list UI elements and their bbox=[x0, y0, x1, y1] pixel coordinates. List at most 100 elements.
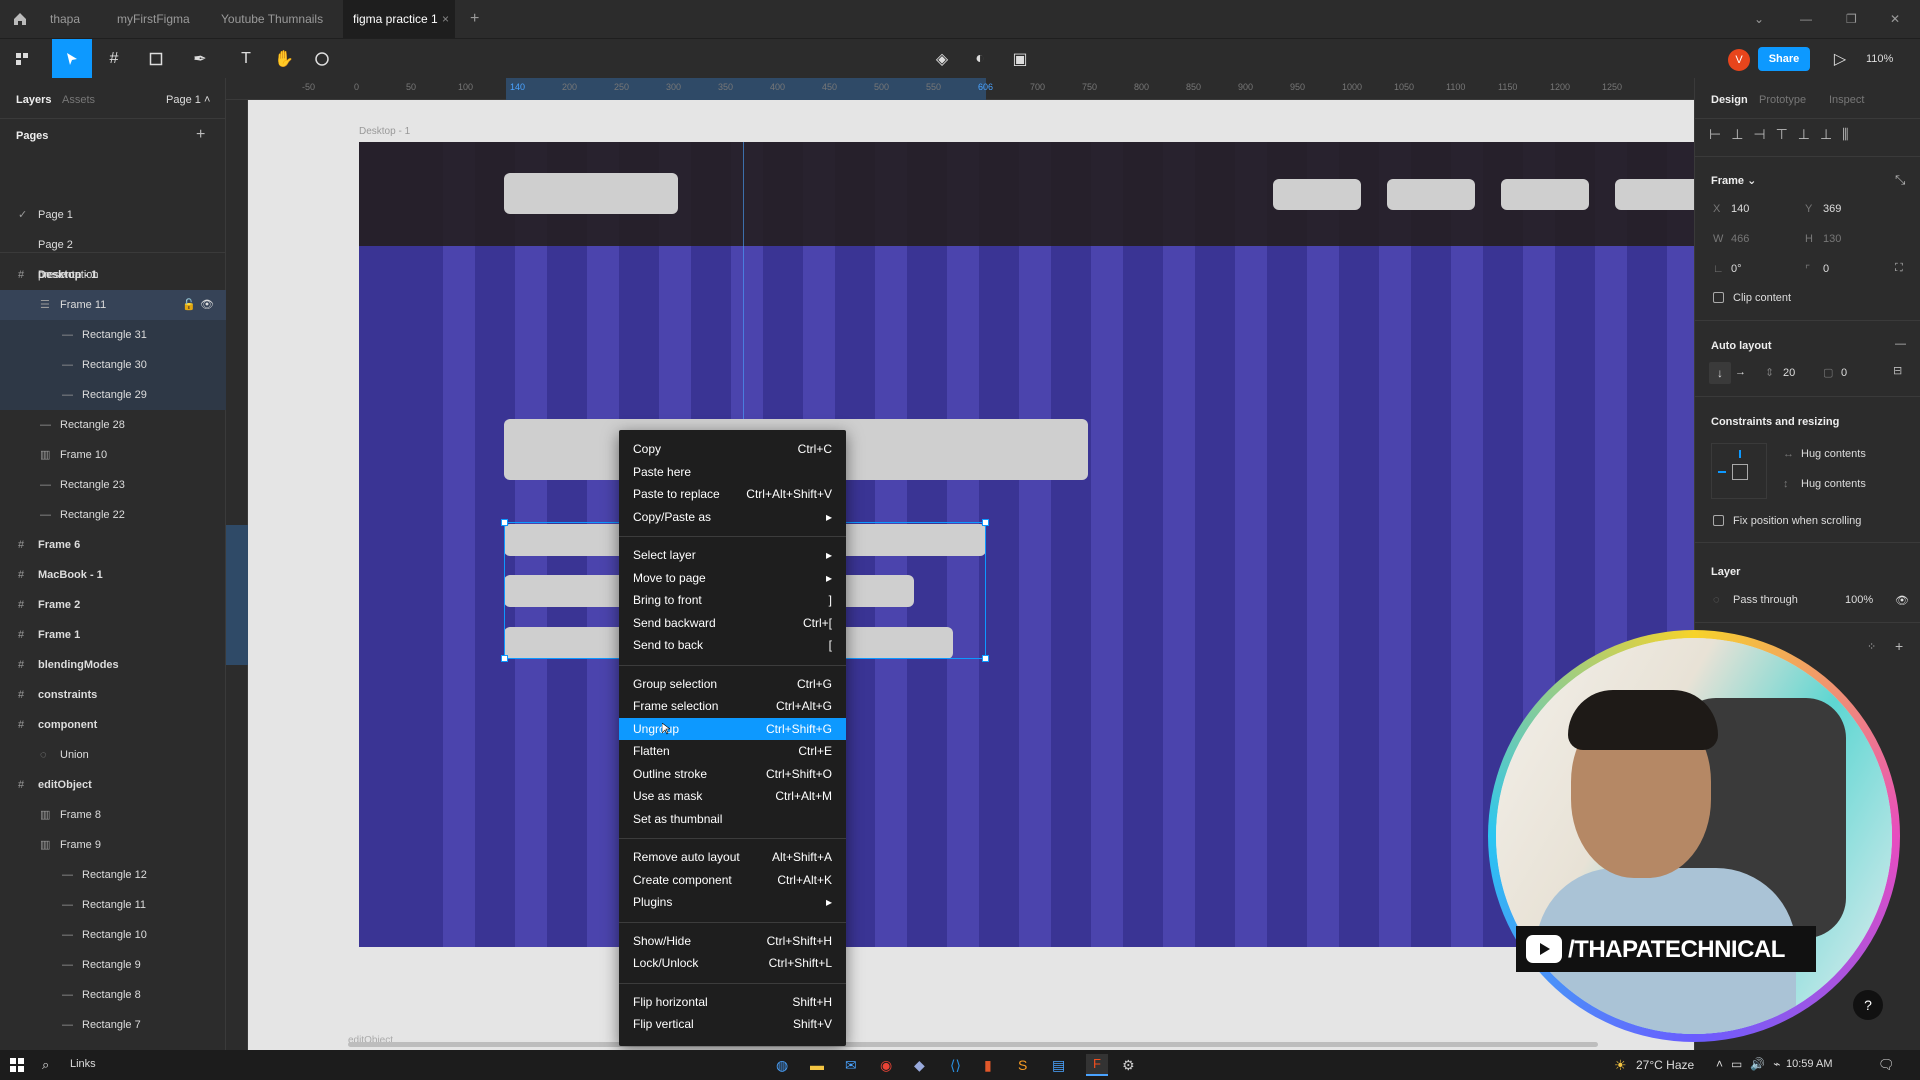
tab-assets[interactable]: Assets bbox=[62, 94, 95, 106]
menu-item-set-as-thumbnail[interactable]: Set as thumbnail bbox=[619, 808, 846, 830]
tab-design[interactable]: Design bbox=[1711, 94, 1748, 106]
minimize-icon[interactable]: — bbox=[1790, 0, 1822, 38]
remove-auto-layout-icon[interactable]: — bbox=[1895, 338, 1906, 350]
settings-icon[interactable]: ⚙ bbox=[1122, 1057, 1135, 1074]
resize-to-fit-icon[interactable]: ⤡ bbox=[1895, 172, 1905, 188]
page-item[interactable]: ✓ Page 1 bbox=[0, 200, 226, 230]
unlock-icon[interactable]: 🔓 bbox=[182, 290, 196, 320]
hug-horizontal-select[interactable]: Hug contents bbox=[1801, 448, 1866, 460]
hand-tool-icon[interactable]: ✋ bbox=[266, 39, 302, 79]
layer-item[interactable]: ◌ Union bbox=[0, 740, 226, 770]
comment-tool-icon[interactable] bbox=[304, 39, 340, 79]
rotation-input[interactable]: 0° bbox=[1731, 263, 1742, 275]
spacing-input[interactable]: 20 bbox=[1783, 367, 1795, 379]
constraint-top[interactable] bbox=[1739, 450, 1741, 458]
fix-position-checkbox[interactable] bbox=[1713, 515, 1724, 526]
frame-label[interactable]: Desktop - 1 bbox=[359, 126, 410, 137]
boolean-icon[interactable]: ▣ bbox=[1002, 39, 1038, 79]
zoom-level[interactable]: 110% bbox=[1866, 39, 1893, 79]
nav-rectangle[interactable] bbox=[1387, 179, 1475, 210]
eye-icon[interactable]: 👁 bbox=[1895, 594, 1909, 607]
notepad-icon[interactable]: ▤ bbox=[1052, 1057, 1065, 1074]
file-explorer-icon[interactable]: ▬ bbox=[810, 1057, 824, 1073]
tab-prototype[interactable]: Prototype bbox=[1759, 94, 1806, 106]
layer-item[interactable]: — Rectangle 28 bbox=[0, 410, 226, 440]
notifications-icon[interactable]: 🗨 bbox=[1878, 1057, 1895, 1073]
h-input[interactable]: 130 bbox=[1823, 233, 1841, 245]
menu-item-ungroup[interactable]: Ungroup Ctrl+Shift+G bbox=[619, 717, 846, 740]
menu-item-lock-unlock[interactable]: Lock/Unlock Ctrl+Shift+L bbox=[619, 952, 846, 974]
frame-title[interactable]: Frame ⌄ bbox=[1711, 174, 1756, 187]
layer-item[interactable]: # blendingModes bbox=[0, 650, 226, 680]
menu-item-bring-to-front[interactable]: Bring to front] bbox=[619, 589, 846, 611]
close-tab-icon[interactable]: × bbox=[442, 0, 449, 38]
chevron-down-icon[interactable]: ⌄ bbox=[1744, 0, 1774, 38]
menu-item-flip-vertical[interactable]: Flip vertical Shift+V bbox=[619, 1013, 846, 1035]
menu-item-paste-here[interactable]: Paste here bbox=[619, 461, 846, 483]
nav-rectangle[interactable] bbox=[1501, 179, 1589, 210]
mask-icon[interactable]: ◐ bbox=[962, 39, 998, 79]
padding-input[interactable]: 0 bbox=[1841, 367, 1847, 379]
add-fill-icon[interactable]: + bbox=[1895, 638, 1903, 654]
y-input[interactable]: 369 bbox=[1823, 203, 1841, 215]
menu-item-flip-horizontal[interactable]: Flip horizontal Shift+H bbox=[619, 991, 846, 1013]
layer-item[interactable]: — Rectangle 22 bbox=[0, 500, 226, 530]
layer-item[interactable]: ▥ Frame 9 bbox=[0, 830, 226, 860]
layer-item[interactable]: — Rectangle 7 bbox=[0, 1010, 226, 1040]
main-menu-icon[interactable] bbox=[4, 39, 40, 79]
menu-item-send-to-back[interactable]: Send to back [ bbox=[619, 634, 846, 656]
layer-item[interactable]: # editObject bbox=[0, 770, 226, 800]
clock[interactable]: 10:59 AM bbox=[1786, 1058, 1832, 1070]
layer-item[interactable]: # Frame 1 bbox=[0, 620, 226, 650]
independent-corners-icon[interactable]: ⛶ bbox=[1895, 262, 1903, 275]
move-tool-icon[interactable] bbox=[52, 39, 92, 79]
edge-icon[interactable]: ◍ bbox=[776, 1057, 788, 1074]
tab-layers[interactable]: Layers bbox=[16, 94, 51, 106]
app-icon[interactable]: ◆ bbox=[914, 1057, 925, 1074]
direction-horizontal-icon[interactable]: → bbox=[1735, 366, 1746, 378]
layer-item[interactable]: — Rectangle 11 bbox=[0, 890, 226, 920]
search-icon[interactable]: ⌕ bbox=[42, 1057, 49, 1073]
layer-item[interactable]: — Rectangle 12 bbox=[0, 860, 226, 890]
layer-item[interactable]: — Rectangle 29 bbox=[0, 380, 226, 410]
layer-item[interactable]: — Rectangle 31 bbox=[0, 320, 226, 350]
home-icon[interactable] bbox=[2, 0, 38, 38]
rectangle-tool-icon[interactable] bbox=[138, 39, 174, 79]
menu-item-move-to-page[interactable]: Move to page ▸ bbox=[619, 567, 846, 589]
menu-item-frame-selection[interactable]: Frame selection Ctrl+Alt+G bbox=[619, 695, 846, 717]
layer-item[interactable]: ▥ Frame 8 bbox=[0, 800, 226, 830]
tab-figma-practice[interactable]: figma practice 1 × bbox=[343, 0, 455, 38]
layer-item[interactable]: — Rectangle 30 bbox=[0, 350, 226, 380]
text-tool-icon[interactable]: T bbox=[228, 39, 264, 79]
menu-item-copy[interactable]: Copy Ctrl+C bbox=[619, 438, 846, 460]
restore-icon[interactable]: ❐ bbox=[1836, 0, 1867, 38]
vscode-icon[interactable]: ⟨⟩ bbox=[950, 1057, 961, 1074]
new-tab-icon[interactable]: + bbox=[460, 0, 489, 38]
resize-handle[interactable] bbox=[501, 519, 508, 526]
nav-rectangle[interactable] bbox=[1273, 179, 1361, 210]
figma-taskbar-icon[interactable]: F bbox=[1086, 1054, 1108, 1076]
system-tray-icons[interactable]: ˄▭🔊⌁ bbox=[1716, 1057, 1789, 1071]
tab-thapa[interactable]: thapa bbox=[40, 0, 90, 38]
weather-text[interactable]: 27°C Haze bbox=[1636, 1058, 1694, 1072]
taskbar-search[interactable]: Links bbox=[70, 1058, 96, 1070]
layer-item[interactable]: # Desktop - 1 bbox=[0, 260, 226, 290]
resize-handle[interactable] bbox=[982, 655, 989, 662]
menu-item-create-component[interactable]: Create component Ctrl+Alt+K bbox=[619, 869, 846, 891]
eye-icon[interactable]: 👁 bbox=[200, 290, 214, 320]
constraint-left[interactable] bbox=[1718, 471, 1726, 473]
tab-inspect[interactable]: Inspect bbox=[1829, 94, 1864, 106]
menu-item-use-as-mask[interactable]: Use as mask Ctrl+Alt+M bbox=[619, 785, 846, 807]
help-icon[interactable]: ? bbox=[1853, 990, 1883, 1020]
sublime-icon[interactable]: S bbox=[1018, 1057, 1027, 1073]
avatar[interactable]: V bbox=[1728, 49, 1750, 71]
component-icon[interactable]: ◈ bbox=[924, 39, 960, 79]
w-input[interactable]: 466 bbox=[1731, 233, 1749, 245]
constraint-center[interactable] bbox=[1732, 464, 1748, 480]
layer-item[interactable]: ☰ Frame 11 🔓 👁 bbox=[0, 290, 226, 320]
office-icon[interactable]: ▮ bbox=[984, 1057, 992, 1074]
menu-item-paste-to-replace[interactable]: Paste to replace Ctrl+Alt+Shift+V bbox=[619, 483, 846, 505]
share-button[interactable]: Share bbox=[1758, 47, 1810, 71]
logo-rectangle[interactable] bbox=[504, 173, 678, 214]
menu-item-outline-stroke[interactable]: Outline stroke Ctrl+Shift+O bbox=[619, 763, 846, 785]
